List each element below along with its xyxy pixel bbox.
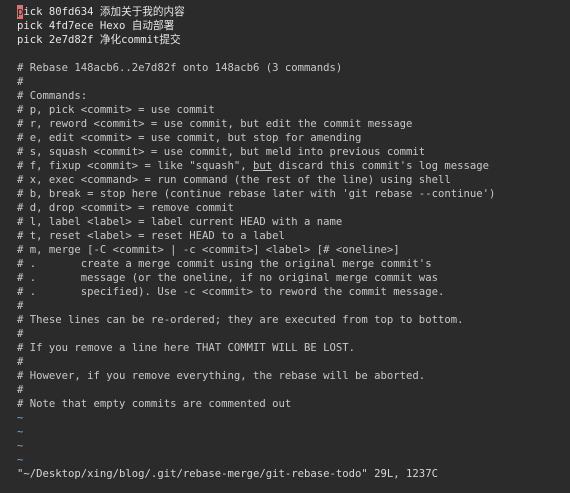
comment-line: # xyxy=(17,328,24,340)
fixup-after: discard this commit's log message xyxy=(272,160,489,172)
comment-line: # If you remove a line here THAT COMMIT … xyxy=(17,342,356,354)
comment-line: # . create a merge commit using the orig… xyxy=(17,258,432,270)
empty-buffer-tilde: ~ xyxy=(17,412,24,424)
comment-line: # Note that empty commits are commented … xyxy=(17,398,292,410)
status-line: "~/Desktop/xing/blog/.git/rebase-merge/g… xyxy=(17,468,438,480)
comment-line: # . message (or the oneline, if no origi… xyxy=(17,272,438,284)
comment-line: # d, drop <commit> = remove commit xyxy=(17,202,234,214)
comment-line-fixup: # f, fixup <commit> = like "squash", but… xyxy=(17,159,570,173)
comment-line: # xyxy=(17,356,24,368)
comment-line: # r, reword <commit> = use commit, but e… xyxy=(17,118,413,130)
comment-line: # Commands: xyxy=(17,90,88,102)
empty-buffer-tilde: ~ xyxy=(17,454,24,466)
comment-line: # s, squash <commit> = use commit, but m… xyxy=(17,146,426,158)
comment-line: # m, merge [-C <commit> | -c <commit>] <… xyxy=(17,244,400,256)
comment-line: # xyxy=(17,300,24,312)
comment-line: # . specified). Use -c <commit> to rewor… xyxy=(17,286,445,298)
comment-line: # p, pick <commit> = use commit xyxy=(17,104,215,116)
pick-line[interactable]: pick 4fd7ece Hexo 自动部署 xyxy=(17,19,570,33)
comment-line: # e, edit <commit> = use commit, but sto… xyxy=(17,132,362,144)
comment-line: # xyxy=(17,76,24,88)
comment-line: # Rebase 148acb6..2e7d82f onto 148acb6 (… xyxy=(17,62,343,74)
fixup-before: # f, fixup <commit> = like "squash", xyxy=(17,160,253,172)
comment-line: # These lines can be re-ordered; they ar… xyxy=(17,314,464,326)
comment-line: # l, label <label> = label current HEAD … xyxy=(17,216,343,228)
empty-buffer-tilde: ~ xyxy=(17,426,24,438)
empty-buffer-tilde: ~ xyxy=(17,440,24,452)
pick-line[interactable]: pick 2e7d82f 净化commit提交 xyxy=(17,33,570,47)
comment-line: # t, reset <label> = reset HEAD to a lab… xyxy=(17,230,285,242)
comment-line: # xyxy=(17,384,24,396)
pick-line-text: ick 80fd634 添加关于我的内容 xyxy=(23,6,185,18)
vim-editor[interactable]: pick 80fd634 添加关于我的内容 pick 4fd7ece Hexo … xyxy=(0,0,570,493)
comment-line: # However, if you remove everything, the… xyxy=(17,370,426,382)
fixup-underlined: but xyxy=(253,160,273,172)
comment-line: # x, exec <command> = run command (the r… xyxy=(17,174,451,186)
comment-line: # b, break = stop here (continue rebase … xyxy=(17,188,496,200)
pick-line[interactable]: pick 80fd634 添加关于我的内容 xyxy=(17,5,570,19)
